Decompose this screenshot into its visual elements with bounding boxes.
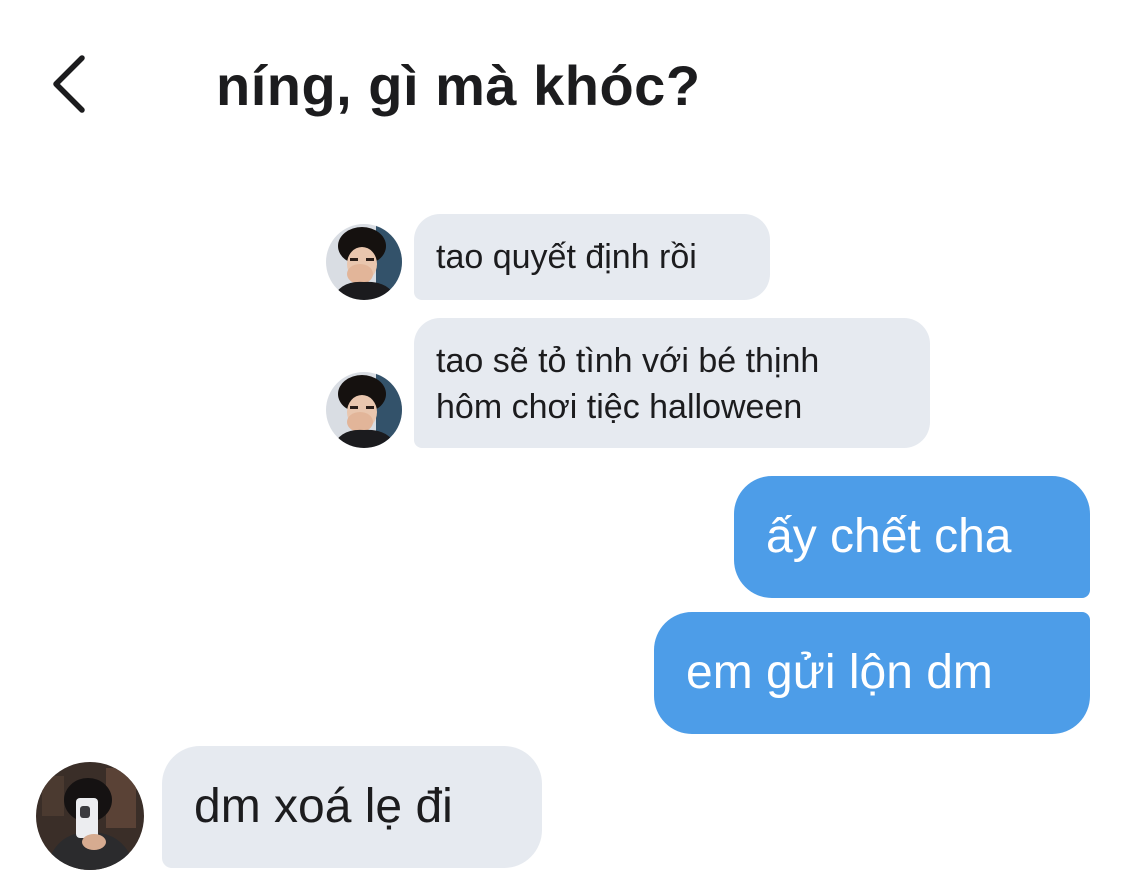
- message-bubble-incoming[interactable]: dm xoá lẹ đi: [162, 746, 542, 868]
- message-text: dm xoá lẹ đi: [194, 780, 453, 833]
- message-bubble-incoming[interactable]: tao quyết định rồi: [414, 214, 770, 300]
- avatar[interactable]: [326, 372, 402, 448]
- message-bubble-outgoing[interactable]: ấy chết cha: [734, 476, 1090, 598]
- avatar[interactable]: [36, 762, 144, 870]
- message-text: hôm chơi tiệc halloween: [436, 388, 803, 426]
- avatar-user-icon: [36, 762, 144, 870]
- avatar-friend-icon: [326, 224, 402, 300]
- chevron-left-icon: [53, 55, 85, 113]
- message-text: em gửi lộn dm: [686, 646, 993, 699]
- avatar[interactable]: [326, 224, 402, 300]
- chat-header: níng, gì mà khóc?: [0, 0, 1124, 170]
- message-bubble-incoming[interactable]: tao sẽ tỏ tình với bé thịnh hôm chơi tiệ…: [414, 318, 930, 448]
- message-bubble-outgoing[interactable]: em gửi lộn dm: [654, 612, 1090, 734]
- chat-title: níng, gì mà khóc?: [216, 54, 701, 117]
- message-text: ấy chết cha: [766, 510, 1012, 563]
- back-button[interactable]: [38, 50, 98, 118]
- message-text: tao sẽ tỏ tình với bé thịnh: [436, 342, 820, 380]
- message-text: tao quyết định rồi: [436, 238, 697, 276]
- avatar-friend-icon: [326, 372, 402, 448]
